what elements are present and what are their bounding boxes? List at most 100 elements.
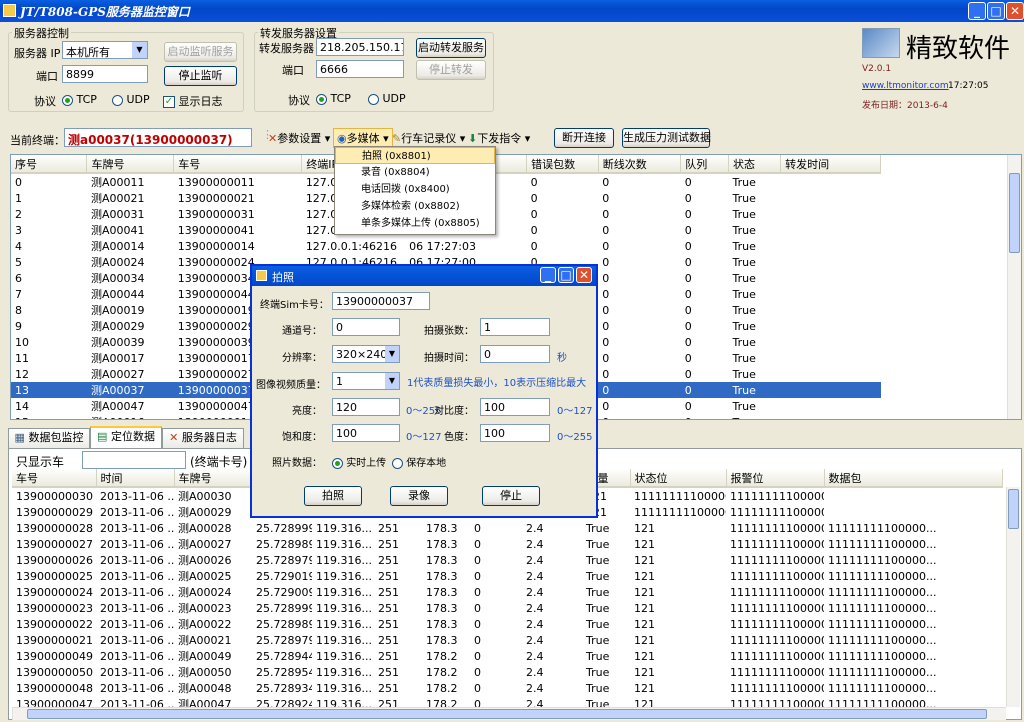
- terminal-grid-scrollbar[interactable]: [1007, 155, 1021, 419]
- column-header[interactable]: 状态: [728, 155, 782, 174]
- table-row[interactable]: 13900000024 2013-11-06 ... 测A00024 25.72900…: [12, 584, 1002, 600]
- table-row[interactable]: 13900000025 2013-11-06 ... 测A00025 25.72901…: [12, 568, 1002, 584]
- title-bar: JT/T808-GPS服务器监控窗口 _ □ ✕: [0, 0, 1024, 22]
- recorder-menu[interactable]: ✎行车记录仪 ▾: [392, 130, 465, 146]
- table-row[interactable]: 13900000026 2013-11-06 ... 测A00026 25.72897…: [12, 552, 1002, 568]
- table-cell: [781, 350, 881, 366]
- forward-port-input[interactable]: 6666: [316, 60, 404, 78]
- menu-item-record[interactable]: 录音 (0x8804): [335, 164, 495, 181]
- minimize-icon[interactable]: _: [968, 2, 986, 20]
- column-header[interactable]: 状态位: [630, 469, 727, 488]
- site-link[interactable]: www.ltmonitor.com: [862, 81, 949, 91]
- column-header[interactable]: 车号: [173, 155, 303, 174]
- server-udp-radio[interactable]: UDP: [112, 93, 150, 106]
- server-ip-select[interactable]: 本机所有 ▼: [62, 41, 148, 59]
- forward-tcp-radio[interactable]: TCP: [316, 92, 351, 105]
- save-local-radio[interactable]: 保存本地: [392, 454, 446, 469]
- column-header[interactable]: 序号: [11, 155, 88, 174]
- maximize-icon[interactable]: □: [558, 267, 574, 283]
- shoot-time-input[interactable]: 0: [480, 345, 550, 363]
- scroll-thumb[interactable]: [1008, 489, 1019, 529]
- start-listen-button[interactable]: 启动监听服务: [164, 42, 237, 62]
- column-header[interactable]: 时间: [96, 469, 175, 488]
- column-header[interactable]: 错误包数: [526, 155, 599, 174]
- forward-server-input[interactable]: 218.205.150.177: [316, 38, 404, 56]
- horizontal-scrollbar[interactable]: [12, 707, 1006, 720]
- table-cell: 13900000026: [16, 553, 93, 567]
- current-terminal-field[interactable]: 测a00037(13900000037): [64, 128, 252, 147]
- table-cell: True: [732, 287, 756, 301]
- channel-input[interactable]: 0: [332, 318, 400, 336]
- table-row[interactable]: 13900000050 2013-11-06 ... 测A00050 25.72895…: [12, 664, 1002, 680]
- record-button[interactable]: 录像: [390, 486, 448, 506]
- column-header[interactable]: 队列: [680, 155, 729, 174]
- column-header[interactable]: 报警位: [726, 469, 825, 488]
- table-row[interactable]: 13900000027 2013-11-06 ... 测A00027 25.72898…: [12, 536, 1002, 552]
- column-header[interactable]: 数据包: [824, 469, 1003, 488]
- table-row[interactable]: 13900000049 2013-11-06 ... 测A00049 25.72894…: [12, 648, 1002, 664]
- column-header[interactable]: 车牌号: [86, 155, 175, 174]
- stop-button[interactable]: 停止: [482, 486, 540, 506]
- param-menu[interactable]: ✕参数设置 ▾: [268, 130, 330, 146]
- close-icon[interactable]: ✕: [576, 267, 592, 283]
- show-log-checkbox[interactable]: ✓ 显示日志: [163, 93, 223, 109]
- brightness-input[interactable]: 120: [332, 398, 400, 416]
- minimize-icon[interactable]: _: [540, 267, 556, 283]
- stop-forward-button[interactable]: 停止转发: [416, 60, 486, 80]
- table-row[interactable]: 13900000023 2013-11-06 ... 测A00023 25.72899…: [12, 600, 1002, 616]
- table-row[interactable]: 13900000022 2013-11-06 ... 测A00022 25.72898…: [12, 616, 1002, 632]
- table-row[interactable]: 13900000021 2013-11-06 ... 测A00021 25.72897…: [12, 632, 1002, 648]
- close-icon[interactable]: ✕: [1006, 2, 1024, 20]
- table-cell: 测A00044: [90, 288, 145, 301]
- chevron-down-icon[interactable]: ▼: [385, 346, 399, 362]
- media-menu[interactable]: ◉多媒体 ▾: [333, 128, 393, 148]
- photo-data-label: 照片数据：: [272, 458, 322, 469]
- tab-location-data[interactable]: ▤ 定位数据: [90, 426, 162, 448]
- scroll-thumb[interactable]: [1009, 173, 1020, 253]
- tab-server-log[interactable]: ✕ 服务器日志: [162, 428, 244, 448]
- stop-listen-button[interactable]: 停止监听: [164, 66, 237, 86]
- column-header[interactable]: 转发时间: [780, 155, 881, 174]
- maximize-icon[interactable]: □: [987, 2, 1005, 20]
- location-grid-scrollbar[interactable]: [1006, 487, 1020, 707]
- contrast-input[interactable]: 100: [480, 398, 550, 416]
- table-cell: 11111111100000...: [828, 553, 937, 567]
- disconnect-button[interactable]: 断开连接: [554, 128, 614, 148]
- quality-select[interactable]: 1 ▼: [332, 372, 400, 390]
- shoot-button[interactable]: 拍照: [304, 486, 362, 506]
- upload-radio[interactable]: 实时上传: [332, 454, 386, 469]
- chevron-down-icon[interactable]: ▼: [132, 42, 147, 58]
- menu-item-photo[interactable]: 拍照 (0x8801): [335, 147, 495, 164]
- saturation-input[interactable]: 100: [332, 424, 400, 442]
- sim-input[interactable]: 13900000037: [332, 292, 430, 310]
- column-header[interactable]: 断线次数: [598, 155, 682, 174]
- table-cell: 测A00027: [90, 368, 145, 381]
- stress-test-button[interactable]: 生成压力测试数据: [622, 128, 711, 148]
- scroll-thumb[interactable]: [27, 709, 987, 719]
- send-command-menu[interactable]: ⬇下发指令 ▾: [468, 130, 530, 146]
- table-cell: 0: [680, 382, 729, 398]
- server-port-input[interactable]: 8899: [62, 65, 148, 83]
- start-forward-button[interactable]: 启动转发服务: [416, 38, 486, 58]
- hue-input[interactable]: 100: [480, 424, 550, 442]
- menu-item-media-search[interactable]: 多媒体检索 (0x8802): [335, 198, 495, 215]
- menu-item-callback[interactable]: 电话回拨 (0x8400): [335, 181, 495, 198]
- table-row[interactable]: 13900000048 2013-11-06 ... 测A00048 25.72893…: [12, 680, 1002, 696]
- count-input[interactable]: 1: [480, 318, 550, 336]
- column-header[interactable]: 车牌号: [174, 469, 253, 488]
- menu-item-single-upload[interactable]: 单条多媒体上传 (0x8805): [335, 215, 495, 232]
- filter-input[interactable]: [82, 451, 186, 469]
- table-cell: [781, 318, 881, 334]
- column-header[interactable]: 车号: [12, 469, 97, 488]
- tab-packet-monitor[interactable]: ▦ 数据包监控: [8, 428, 90, 448]
- table-cell: 251: [378, 553, 399, 567]
- table-row[interactable]: 13900000028 2013-11-06 ... 测A00028 25.72899…: [12, 520, 1002, 536]
- table-cell: 178.3: [426, 537, 458, 551]
- table-cell: 2013-11-06 ...: [100, 537, 174, 551]
- table-row[interactable]: 13900000047 2013-11-06 ... 测A00047 25.72892…: [12, 696, 1002, 708]
- forward-udp-radio[interactable]: UDP: [368, 92, 406, 105]
- table-row[interactable]: 4 测A00014 13900000014 127.0.0.1:46216 06 17:…: [11, 238, 881, 254]
- chevron-down-icon[interactable]: ▼: [385, 373, 399, 389]
- resolution-select[interactable]: 320×240 ▼: [332, 345, 400, 363]
- server-tcp-radio[interactable]: TCP: [62, 93, 97, 106]
